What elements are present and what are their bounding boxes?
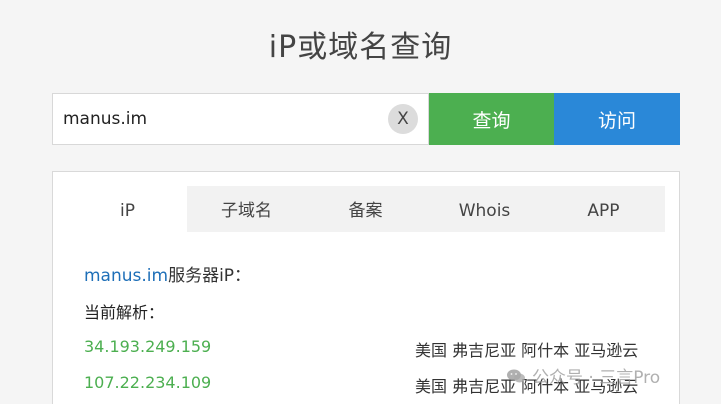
tab-subdomain[interactable]: 子域名 (187, 186, 306, 232)
domain-link[interactable]: manus.im (84, 266, 168, 286)
ip-address[interactable]: 107.22.234.109 (84, 373, 211, 392)
visit-button[interactable]: 访问 (554, 93, 680, 145)
search-box: X (52, 93, 429, 145)
tab-ip[interactable]: iP (68, 186, 187, 232)
tab-filing[interactable]: 备案 (306, 186, 425, 232)
search-input[interactable] (53, 94, 383, 144)
tab-bar: iP 子域名 备案 Whois APP (68, 186, 665, 232)
search-bar: X 查询 访问 (52, 93, 680, 145)
page: iP或域名查询 X 查询 访问 iP 子域名 备案 Whois APP manu… (0, 0, 721, 404)
server-ip-heading: manus.im服务器iP： (84, 261, 251, 286)
clear-button[interactable]: X (388, 104, 418, 134)
ip-address[interactable]: 34.193.249.159 (84, 337, 211, 356)
current-resolution-label: 当前解析： (84, 303, 165, 322)
tab-app[interactable]: APP (544, 186, 663, 232)
watermark-text: 公众号 · 三言Pro (532, 368, 661, 388)
query-button[interactable]: 查询 (429, 93, 554, 145)
ip-row: 34.193.249.159 美国 弗吉尼亚 阿什本 亚马逊云 (84, 337, 656, 361)
wechat-icon (507, 369, 525, 382)
ip-location: 美国 弗吉尼亚 阿什本 亚马逊云 (415, 341, 639, 360)
watermark: 公众号 · 三言Pro (506, 363, 660, 388)
page-title: iP或域名查询 (268, 30, 453, 65)
server-ip-suffix: 服务器iP： (168, 266, 252, 286)
tab-whois[interactable]: Whois (425, 186, 544, 232)
